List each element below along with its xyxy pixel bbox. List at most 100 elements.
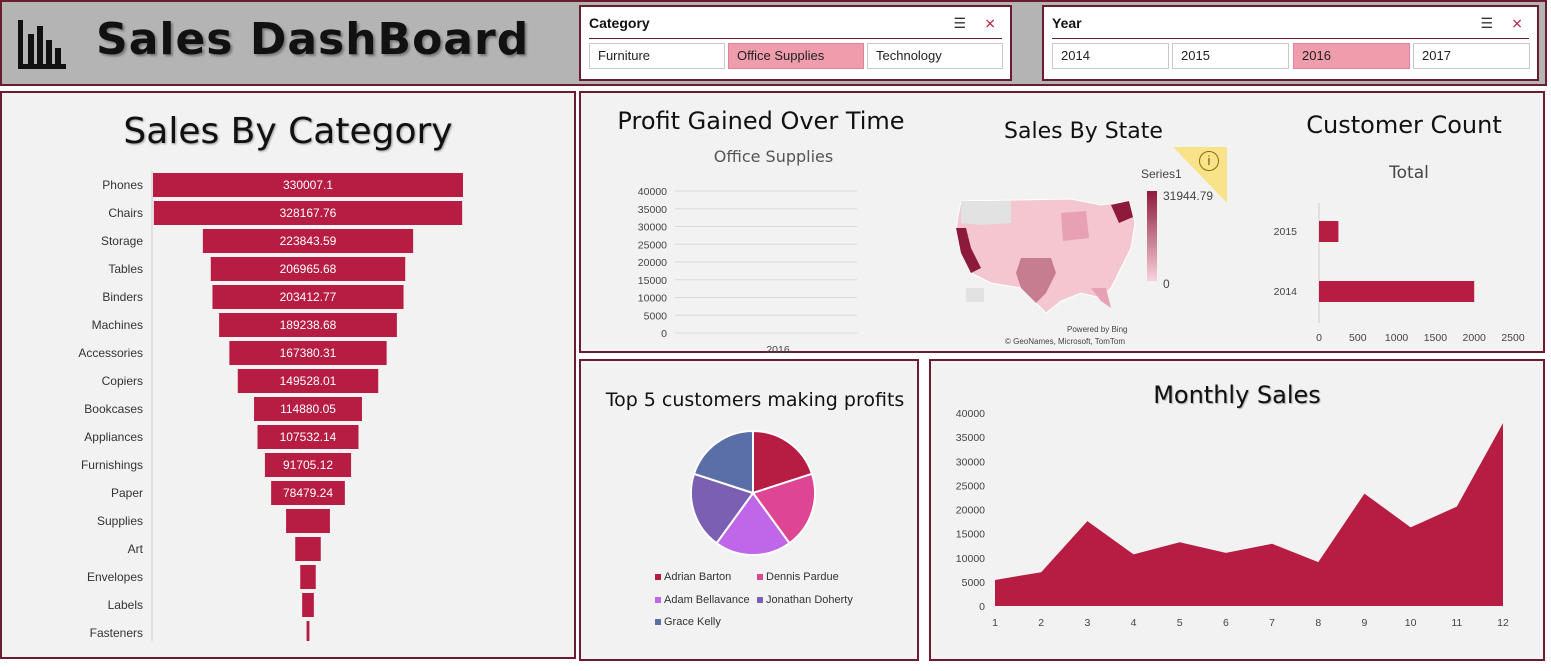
slicer-option-2017[interactable]: 2017	[1413, 43, 1530, 69]
clear-filter-icon[interactable]: ⨯	[1511, 13, 1523, 33]
category-tick-label: Bookcases	[84, 402, 143, 416]
map-alaska	[966, 288, 984, 302]
profit-y-tick: 15000	[638, 275, 667, 287]
pie-legend-label: Adrian Barton	[664, 571, 731, 583]
monthly-y-tick: 25000	[956, 480, 985, 492]
profit-over-time-subtitle: Office Supplies	[713, 147, 834, 166]
sales-by-category-panel: Sales By Category Phones 330007.1 Chairs 32…	[0, 91, 576, 659]
monthly-x-tick: 2	[1038, 617, 1044, 629]
category-data-label: 330007.1	[283, 178, 333, 192]
top-customers-pie: Adrian Barton Dennis Pardue Adam Bellavanc…	[655, 429, 853, 628]
slicer-option-office-supplies[interactable]: Office Supplies	[728, 43, 864, 69]
pie-legend-swatch	[757, 597, 763, 603]
customer-bar	[1319, 221, 1339, 242]
us-map	[955, 198, 1136, 314]
profit-y-tick: 20000	[638, 257, 667, 269]
category-data-label: 91705.12	[283, 458, 333, 472]
profit-y-tick: 25000	[638, 239, 667, 251]
category-data-label: 203412.77	[280, 290, 337, 304]
category-tick-label: Labels	[108, 598, 143, 612]
customer-x-tick: 500	[1349, 332, 1367, 344]
category-data-label: 223843.59	[280, 234, 337, 248]
customer-x-tick: 2500	[1501, 332, 1525, 344]
monthly-x-tick: 7	[1269, 617, 1275, 629]
category-tick-label: Art	[128, 542, 144, 556]
dashboard-title: Sales DashBoard	[96, 14, 530, 65]
customer-count-subtitle: Total	[1389, 163, 1429, 183]
slicer-option-furniture[interactable]: Furniture	[589, 43, 725, 69]
monthly-x-tick: 3	[1084, 617, 1090, 629]
category-data-label: 328167.76	[280, 206, 337, 220]
category-tick-label: Envelopes	[87, 570, 143, 584]
monthly-x-tick: 8	[1315, 617, 1321, 629]
category-data-label: 78479.24	[283, 486, 333, 500]
map-legend-title: Series1	[1141, 167, 1182, 181]
slicer-option-2014[interactable]: 2014	[1052, 43, 1169, 69]
category-tick-label: Accessories	[78, 346, 143, 360]
monthly-x-tick: 12	[1497, 617, 1509, 629]
customer-bar	[1319, 281, 1475, 302]
monthly-y-tick: 5000	[962, 577, 986, 589]
map-legend-max: 31944.79	[1163, 189, 1214, 203]
category-bar	[300, 565, 316, 589]
category-tick-label: Paper	[111, 486, 143, 500]
category-tick-label: Storage	[101, 234, 143, 248]
pie-legend-swatch	[757, 574, 763, 580]
multi-select-icon[interactable]: ☰	[1480, 13, 1493, 33]
customer-x-tick: 1000	[1385, 332, 1409, 344]
category-tick-label: Tables	[108, 262, 143, 276]
category-slicer-header: Category ☰ ⨯	[589, 13, 1002, 39]
monthly-x-tick: 10	[1405, 617, 1417, 629]
monthly-x-tick: 6	[1223, 617, 1229, 629]
map-legend-gradient	[1147, 191, 1157, 281]
monthly-y-tick: 0	[979, 601, 985, 613]
multi-select-icon[interactable]: ☰	[953, 13, 966, 33]
monthly-y-tick: 20000	[956, 505, 985, 517]
slicer-option-2016[interactable]: 2016	[1293, 43, 1410, 69]
map-midwest	[1061, 211, 1089, 241]
map-legend-min: 0	[1163, 277, 1170, 291]
top-customers-title: Top 5 customers making profits	[605, 389, 905, 411]
pie-legend-label: Jonathan Doherty	[766, 594, 853, 606]
slicer-option-technology[interactable]: Technology	[867, 43, 1003, 69]
profit-x-tick: 2016	[766, 344, 790, 356]
year-slicer-header: Year ☰ ⨯	[1052, 13, 1529, 39]
category-data-label: 189238.68	[280, 318, 337, 332]
monthly-y-tick: 10000	[956, 553, 985, 565]
clear-filter-icon[interactable]: ⨯	[984, 13, 996, 33]
monthly-x-tick: 11	[1451, 617, 1462, 629]
monthly-x-tick: 4	[1131, 617, 1137, 629]
monthly-sales-chart: 0 5000 10000 15000 20000 25000 30000 35000 40000…	[956, 408, 1509, 629]
monthly-area	[995, 423, 1503, 606]
pie-legend-label: Adam Bellavance	[664, 594, 750, 606]
map-credit-bing: Powered by Bing	[1067, 325, 1128, 334]
sales-by-category-chart: Phones 330007.1 Chairs 328167.76 Storage 2238…	[78, 171, 463, 641]
sales-by-state-title: Sales By State	[1004, 119, 1163, 144]
category-slicer-label: Category	[589, 15, 650, 31]
category-tick-label: Binders	[102, 290, 143, 304]
slicer-option-2015[interactable]: 2015	[1172, 43, 1289, 69]
customer-y-tick: 2014	[1274, 286, 1298, 298]
profit-over-time-title: Profit Gained Over Time	[617, 107, 905, 135]
category-data-label: 107532.14	[280, 430, 337, 444]
pie-legend-swatch	[655, 574, 661, 580]
monthly-sales-panel: Monthly Sales 0 5000 10000 15000 20000 25000 3…	[929, 359, 1545, 661]
category-data-label: 114880.05	[280, 402, 336, 416]
category-tick-label: Furnishings	[81, 458, 143, 472]
map-northwest	[961, 201, 1011, 225]
category-tick-label: Appliances	[84, 430, 143, 444]
pie-legend-label: Grace Kelly	[664, 616, 721, 628]
category-data-label: 149528.01	[280, 374, 337, 388]
sales-by-category-title: Sales By Category	[123, 111, 453, 152]
customer-count-chart: 2015 2014 0 500 1000 1500 2000 2500	[1274, 203, 1525, 344]
profit-over-time-chart: 0 5000 10000 15000 20000 25000 30000 35000 40000…	[638, 186, 857, 356]
category-bar	[302, 593, 314, 617]
category-tick-label: Supplies	[97, 514, 143, 528]
category-tick-label: Phones	[102, 178, 143, 192]
monthly-y-tick: 30000	[956, 456, 985, 468]
customer-x-tick: 0	[1316, 332, 1322, 344]
category-bar	[286, 509, 330, 533]
year-slicer: Year ☰ ⨯ 2014 2015 2016 2017	[1042, 5, 1539, 81]
category-slicer: Category ☰ ⨯ Furniture Office Supplies T…	[579, 5, 1012, 81]
profit-y-tick: 35000	[638, 204, 667, 216]
